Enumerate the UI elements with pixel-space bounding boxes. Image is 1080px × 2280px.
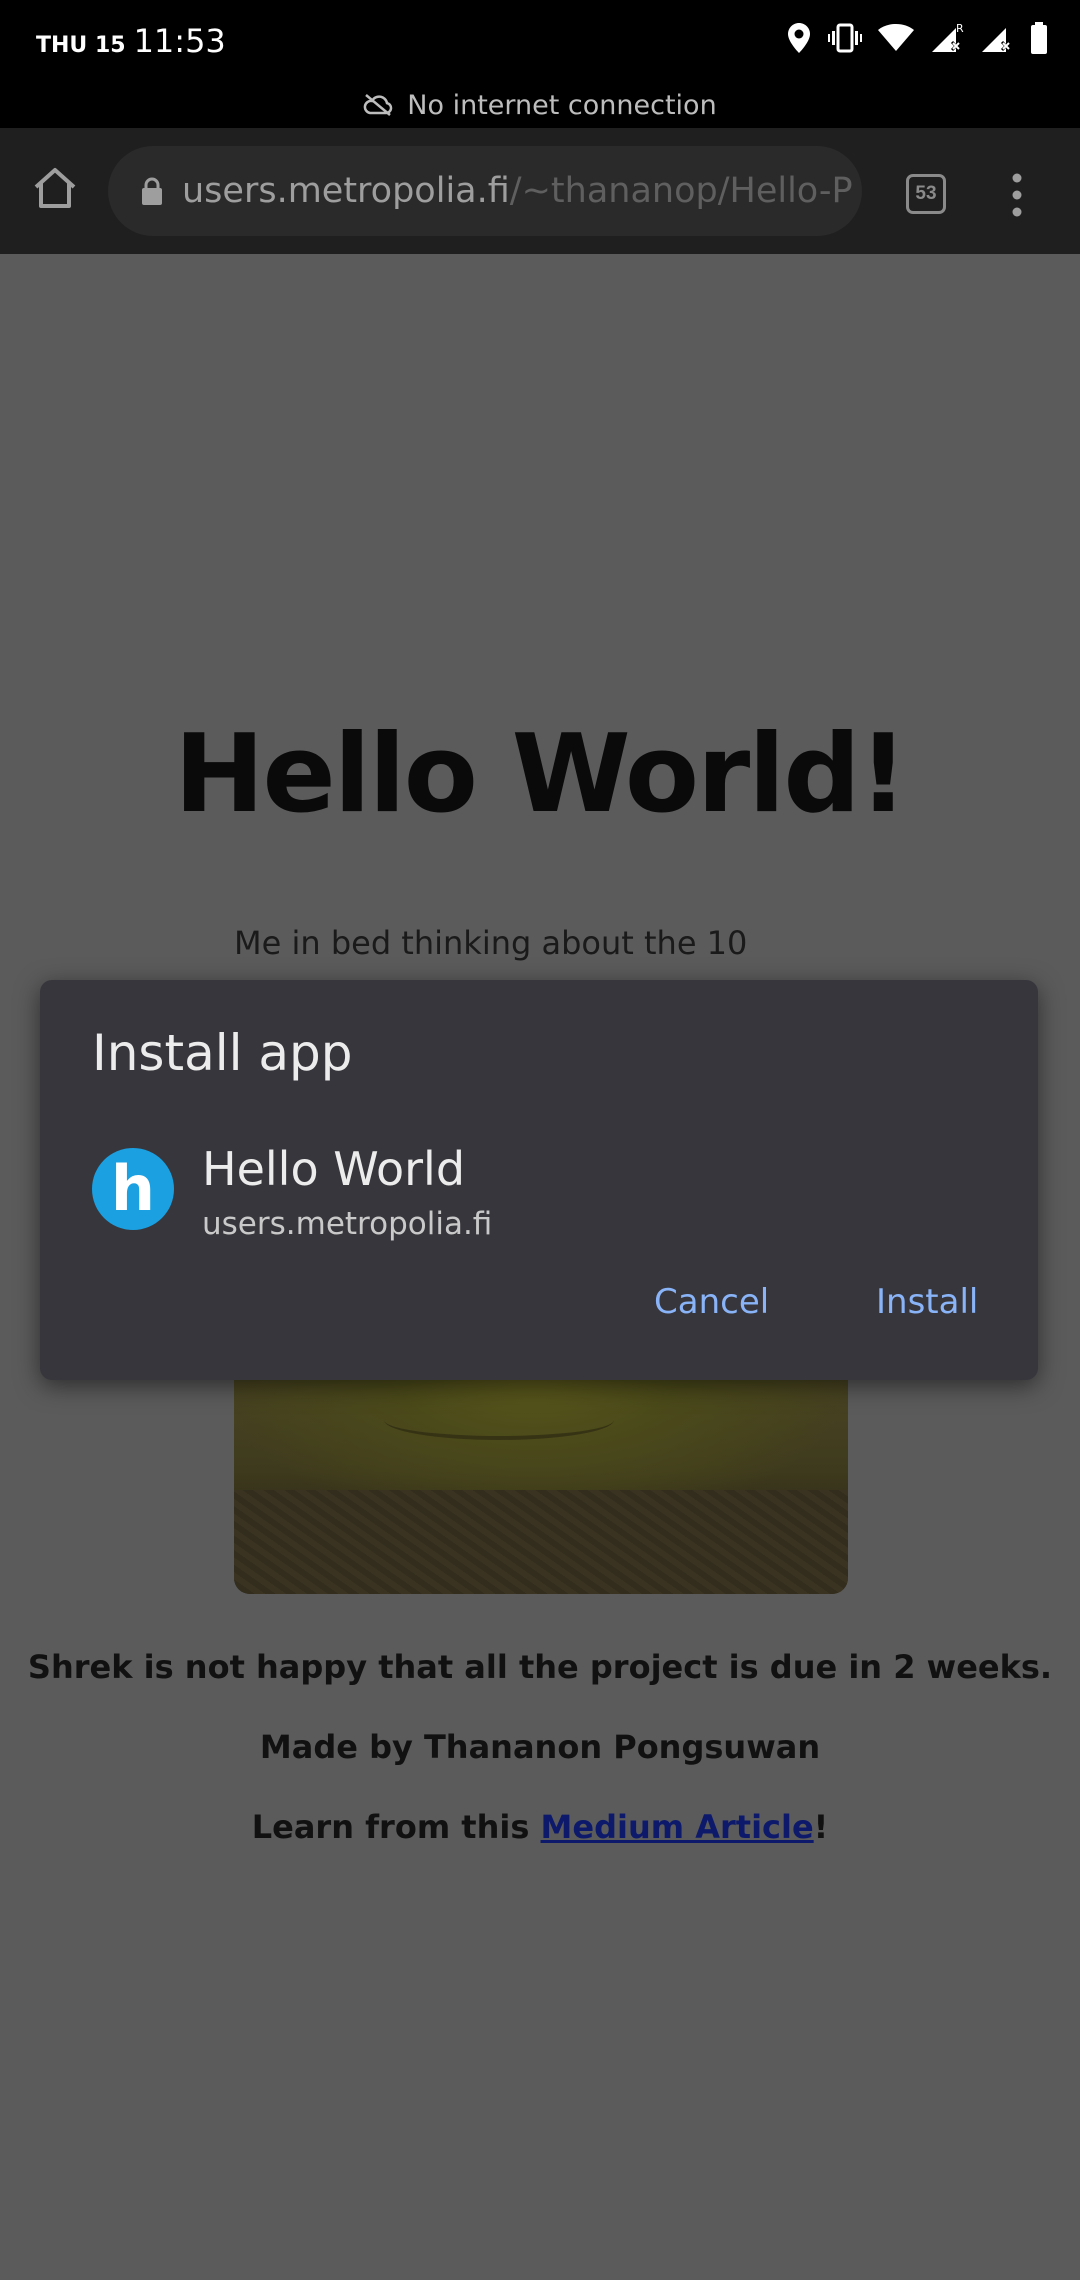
app-name: Hello World bbox=[202, 1142, 466, 1196]
install-app-dialog: Install app h Hello World users.metropol… bbox=[40, 980, 1038, 1380]
project-note: Shrek is not happy that all the project … bbox=[27, 1648, 1053, 1686]
url-path: /~thananop/Hello-P bbox=[509, 171, 853, 211]
app-icon: h bbox=[92, 1148, 174, 1230]
offline-text: No internet connection bbox=[407, 89, 717, 121]
wifi-icon bbox=[878, 24, 914, 51]
medium-article-link[interactable]: Medium Article bbox=[541, 1808, 814, 1846]
signal-icon bbox=[982, 28, 1012, 52]
page-caption: Me in bed thinking about the 10 bbox=[234, 924, 748, 962]
location-icon bbox=[788, 23, 810, 53]
status-day: THU 15 bbox=[36, 33, 126, 58]
more-vert-icon[interactable] bbox=[1002, 170, 1032, 220]
dialog-title: Install app bbox=[92, 1024, 353, 1082]
lock-icon bbox=[142, 177, 162, 205]
status-icons: R bbox=[786, 22, 1048, 54]
shrek-image bbox=[234, 1370, 848, 1594]
url-host: users.metropolia.fi bbox=[182, 171, 510, 211]
learn-prefix: Learn from this bbox=[251, 1808, 541, 1846]
status-time: THU 15 11:53 bbox=[36, 22, 226, 60]
url-bar[interactable]: users.metropolia.fi/~thananop/Hello-P bbox=[108, 146, 862, 236]
offline-banner: No internet connection bbox=[0, 82, 1080, 128]
install-button[interactable]: Install bbox=[864, 1270, 990, 1334]
author-credit: Made by Thananon Pongsuwan bbox=[259, 1728, 821, 1766]
learn-line: Learn from this Medium Article! bbox=[0, 1808, 1080, 1846]
shrek-blanket bbox=[234, 1490, 848, 1594]
page-title: Hello World! bbox=[174, 712, 908, 837]
cloud-off-icon bbox=[364, 94, 393, 116]
battery-icon bbox=[1031, 22, 1047, 54]
tab-switcher-button[interactable]: 53 bbox=[906, 174, 946, 214]
shrek-mouth bbox=[384, 1400, 614, 1440]
learn-suffix: ! bbox=[813, 1808, 829, 1846]
cancel-button[interactable]: Cancel bbox=[642, 1270, 781, 1334]
vibrate-icon bbox=[828, 23, 862, 53]
signal-roaming-icon: R bbox=[932, 22, 964, 52]
status-bar: THU 15 11:53 R bbox=[0, 0, 1080, 82]
svg-text:R: R bbox=[956, 22, 964, 35]
home-icon[interactable] bbox=[30, 163, 80, 213]
app-domain: users.metropolia.fi bbox=[202, 1206, 493, 1242]
status-clock: 11:53 bbox=[133, 22, 226, 60]
